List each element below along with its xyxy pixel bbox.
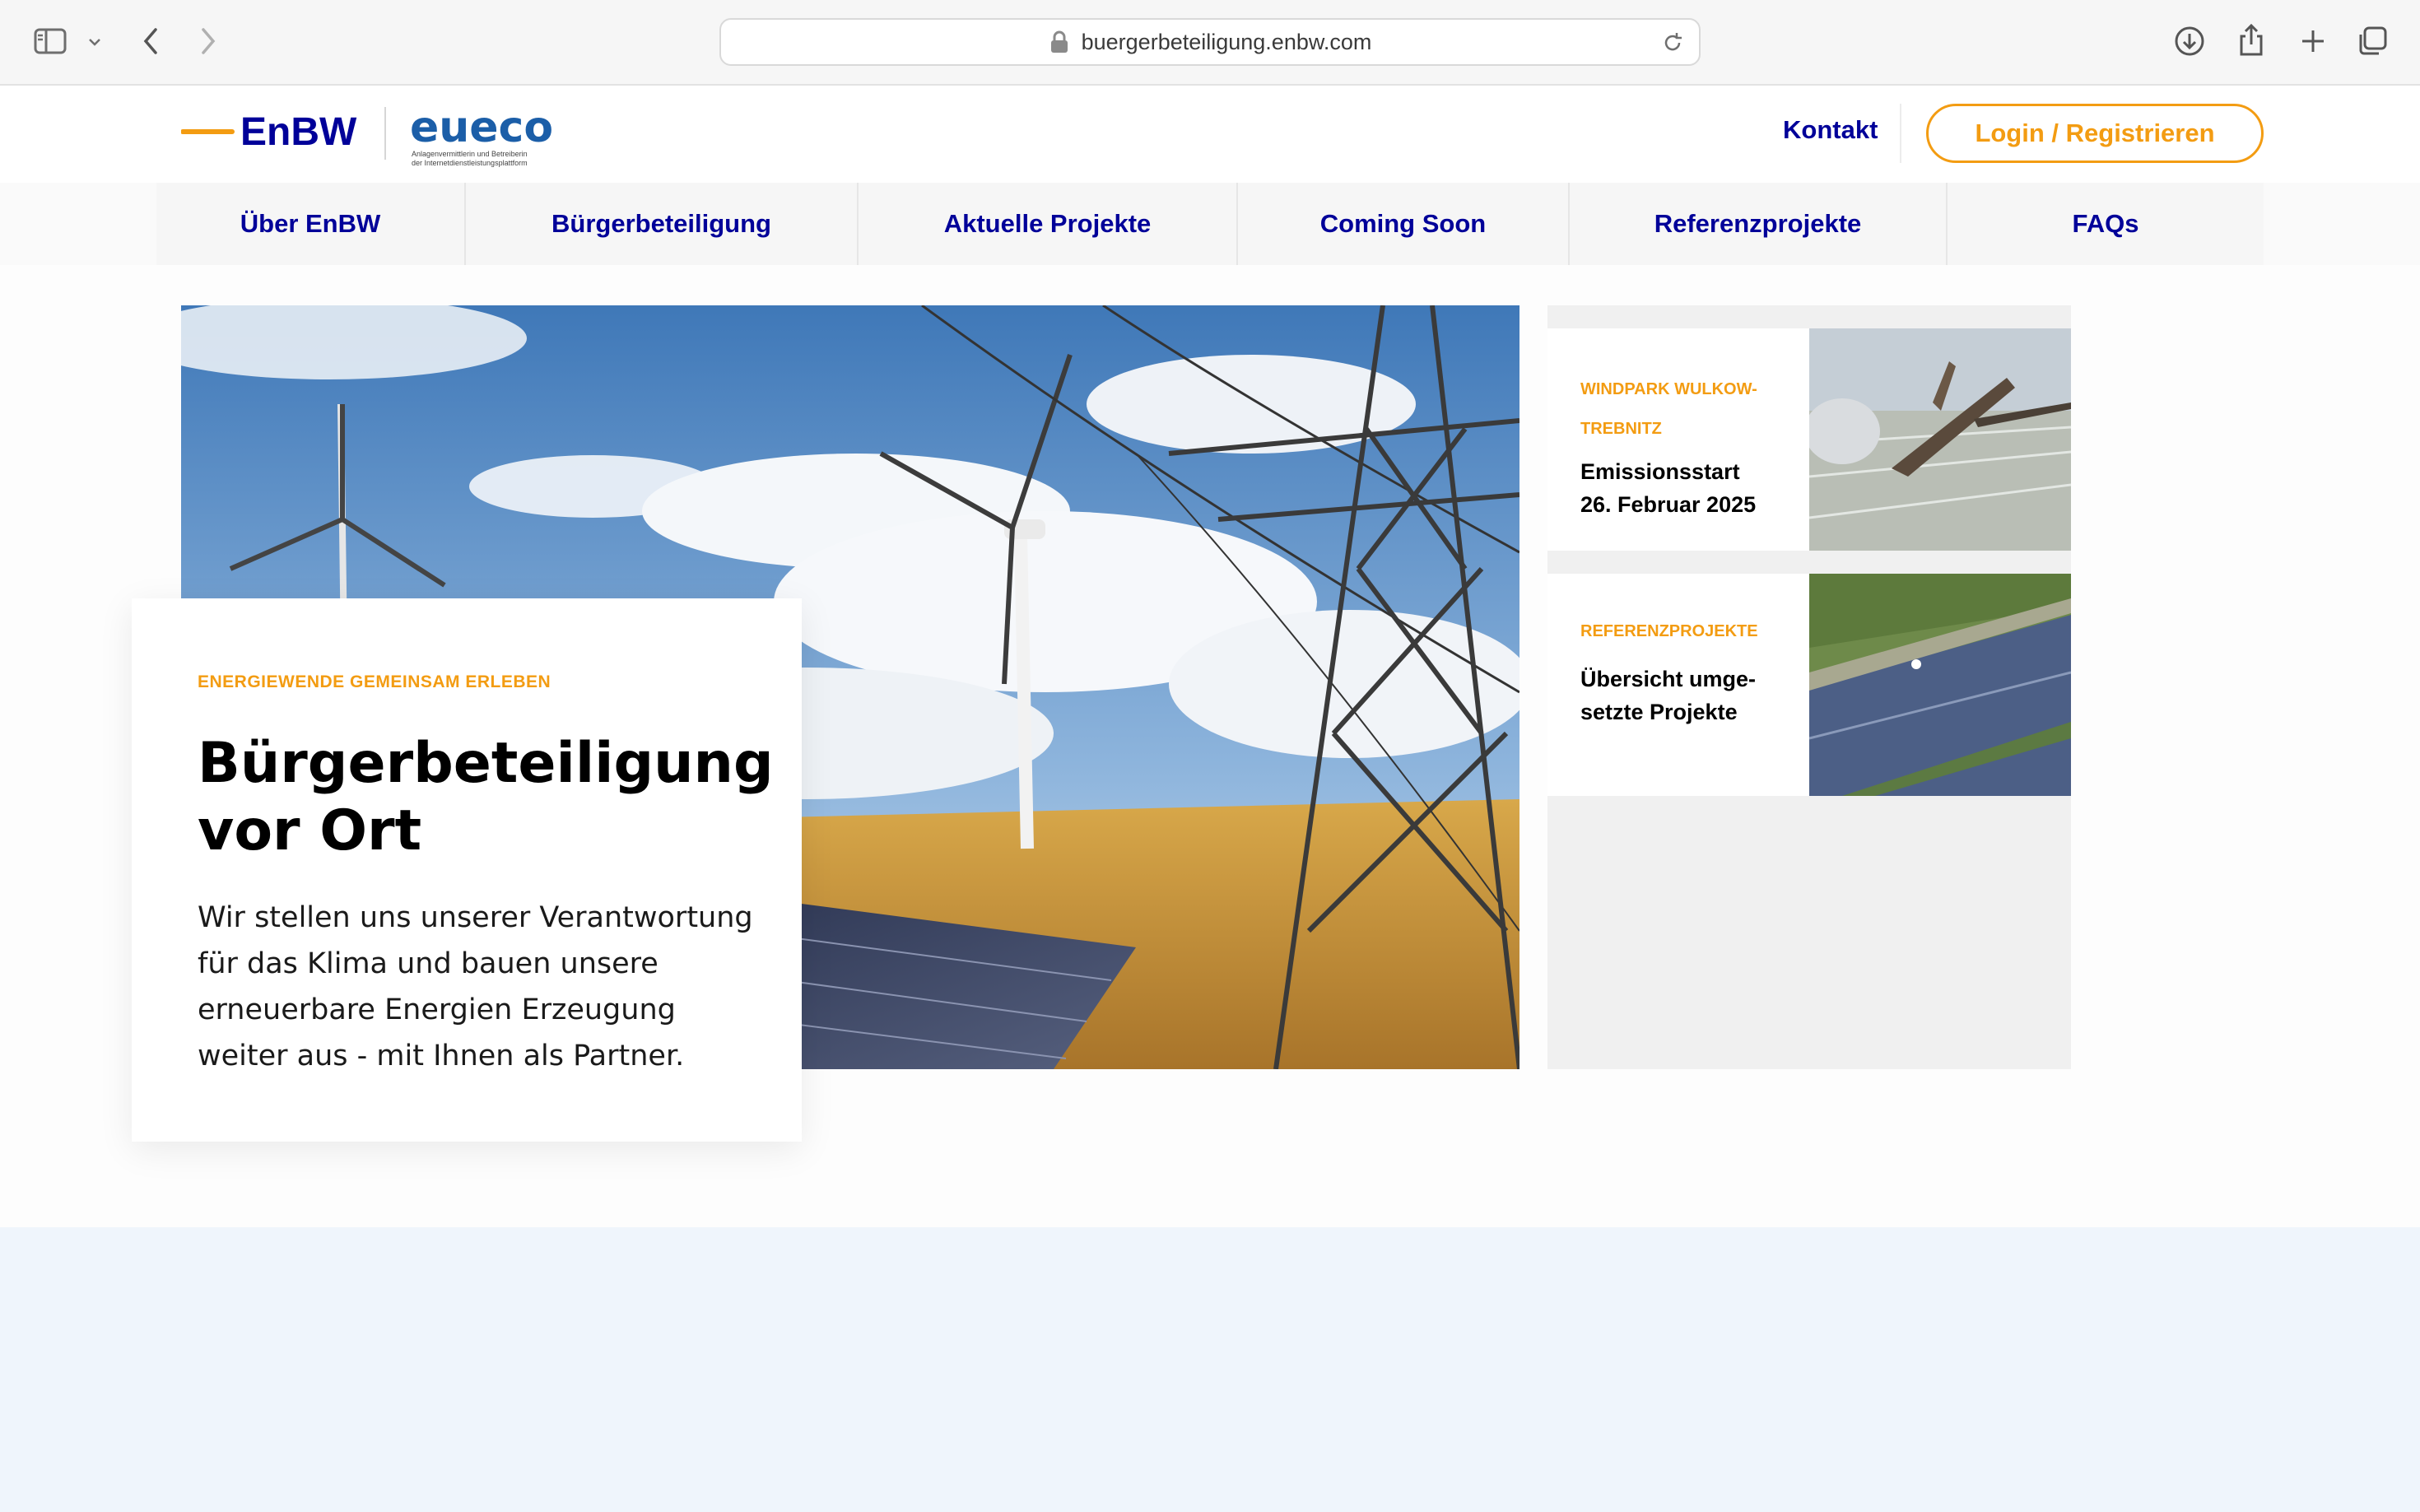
eueco-logo-text: eueco: [410, 104, 553, 148]
nav-item-buergerbeteiligung[interactable]: Bürgerbeteiligung: [466, 183, 859, 265]
teaser-card-windpark[interactable]: WINDPARK WULKOW- TREBNITZ Emissionsstart…: [1547, 328, 2071, 551]
light-blue-section: [0, 1227, 2420, 1512]
hero-eyebrow: ENERGIEWENDE GEMEINSAM ERLEBEN: [198, 672, 551, 691]
chevron-down-icon[interactable]: [86, 33, 104, 51]
teaser-title: Emissionsstart 26. Februar 2025: [1580, 459, 1757, 517]
solarpark-thumbnail: [1809, 574, 2071, 796]
lock-icon: [1050, 30, 1068, 53]
kontakt-link[interactable]: Kontakt: [1783, 115, 1878, 145]
login-register-button[interactable]: Login / Registrieren: [1926, 104, 2264, 163]
windpark-thumbnail: [1809, 328, 2071, 551]
teaser-panel: WINDPARK WULKOW- TREBNITZ Emissionsstart…: [1547, 305, 2071, 1069]
nav-item-aktuelle-projekte[interactable]: Aktuelle Projekte: [859, 183, 1238, 265]
teaser-eyebrow: REFERENZPROJEKTE: [1580, 622, 1758, 640]
enbw-logo-text: EnBW: [240, 110, 357, 154]
sidebar-toggle-icon[interactable]: [33, 26, 67, 56]
address-bar[interactable]: buergerbeteiligung.enbw.com: [719, 18, 1701, 66]
site-header: EnBW eueco Anlagenvermittlerin und Betre…: [0, 86, 2420, 183]
teaser-title: Übersicht umge- setzte Projekte: [1580, 667, 1757, 724]
new-tab-plus-icon[interactable]: [2297, 25, 2329, 58]
teaser-eyebrow: WINDPARK WULKOW- TREBNITZ: [1580, 380, 1757, 438]
enbw-logo[interactable]: EnBW: [180, 109, 365, 158]
nav-item-ueber-enbw[interactable]: Über EnBW: [156, 183, 466, 265]
share-icon[interactable]: [2236, 21, 2267, 59]
eueco-logo[interactable]: eueco Anlagenvermittlerin und Betreiberi…: [410, 103, 583, 178]
reload-icon[interactable]: [1661, 31, 1684, 54]
url-text: buergerbeteiligung.enbw.com: [1081, 29, 1372, 54]
nav-item-referenzprojekte[interactable]: Referenzprojekte: [1570, 183, 1948, 265]
teaser-card-referenzprojekte[interactable]: REFERENZPROJEKTE Übersicht umge- setzte …: [1547, 574, 2071, 796]
nav-item-coming-soon[interactable]: Coming Soon: [1238, 183, 1570, 265]
nav-item-faqs[interactable]: FAQs: [1948, 183, 2264, 265]
tab-overview-icon[interactable]: [2356, 25, 2389, 58]
download-icon[interactable]: [2173, 25, 2206, 58]
hero-text: Wir stellen uns unserer Verantwortung fü…: [198, 901, 753, 1072]
header-separator: [1900, 104, 1901, 163]
browser-toolbar: buergerbeteiligung.enbw.com: [0, 0, 2420, 86]
eueco-tagline: Anlagenvermittlerin und Betreiberin der …: [412, 150, 528, 167]
main-nav: Über EnBW Bürgerbeteiligung Aktuelle Pro…: [156, 183, 2264, 265]
forward-arrow-icon[interactable]: [196, 25, 221, 58]
hero-card: ENERGIEWENDE GEMEINSAM ERLEBEN Bürgerbet…: [132, 598, 802, 1142]
web-page: EnBW eueco Anlagenvermittlerin und Betre…: [0, 86, 2420, 1227]
hero-title: Bürgerbeteiligung vor Ort: [198, 731, 774, 863]
logo-divider: [384, 107, 386, 160]
back-arrow-icon[interactable]: [138, 25, 163, 58]
